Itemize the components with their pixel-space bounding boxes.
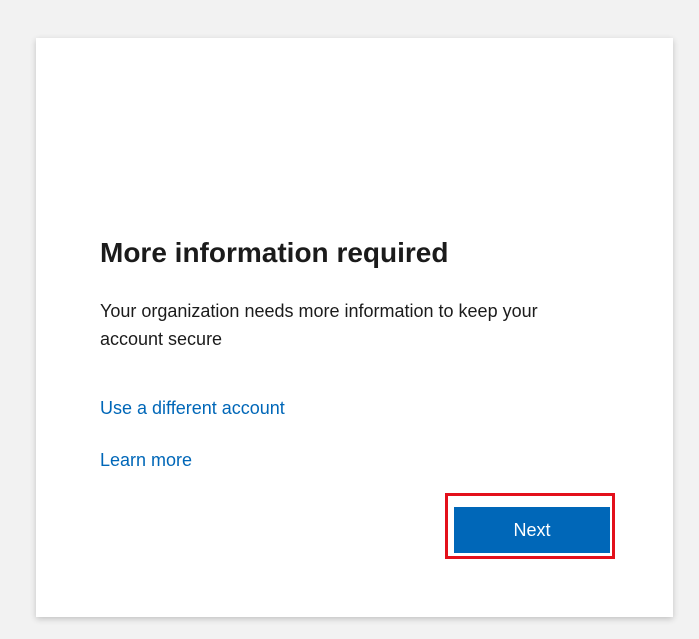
use-different-account-link[interactable]: Use a different account: [100, 396, 285, 420]
learn-more-link[interactable]: Learn more: [100, 448, 192, 472]
page-title: More information required: [100, 237, 449, 268]
next-button[interactable]: Next: [454, 507, 610, 553]
description-text: Your organization needs more information…: [100, 301, 538, 349]
